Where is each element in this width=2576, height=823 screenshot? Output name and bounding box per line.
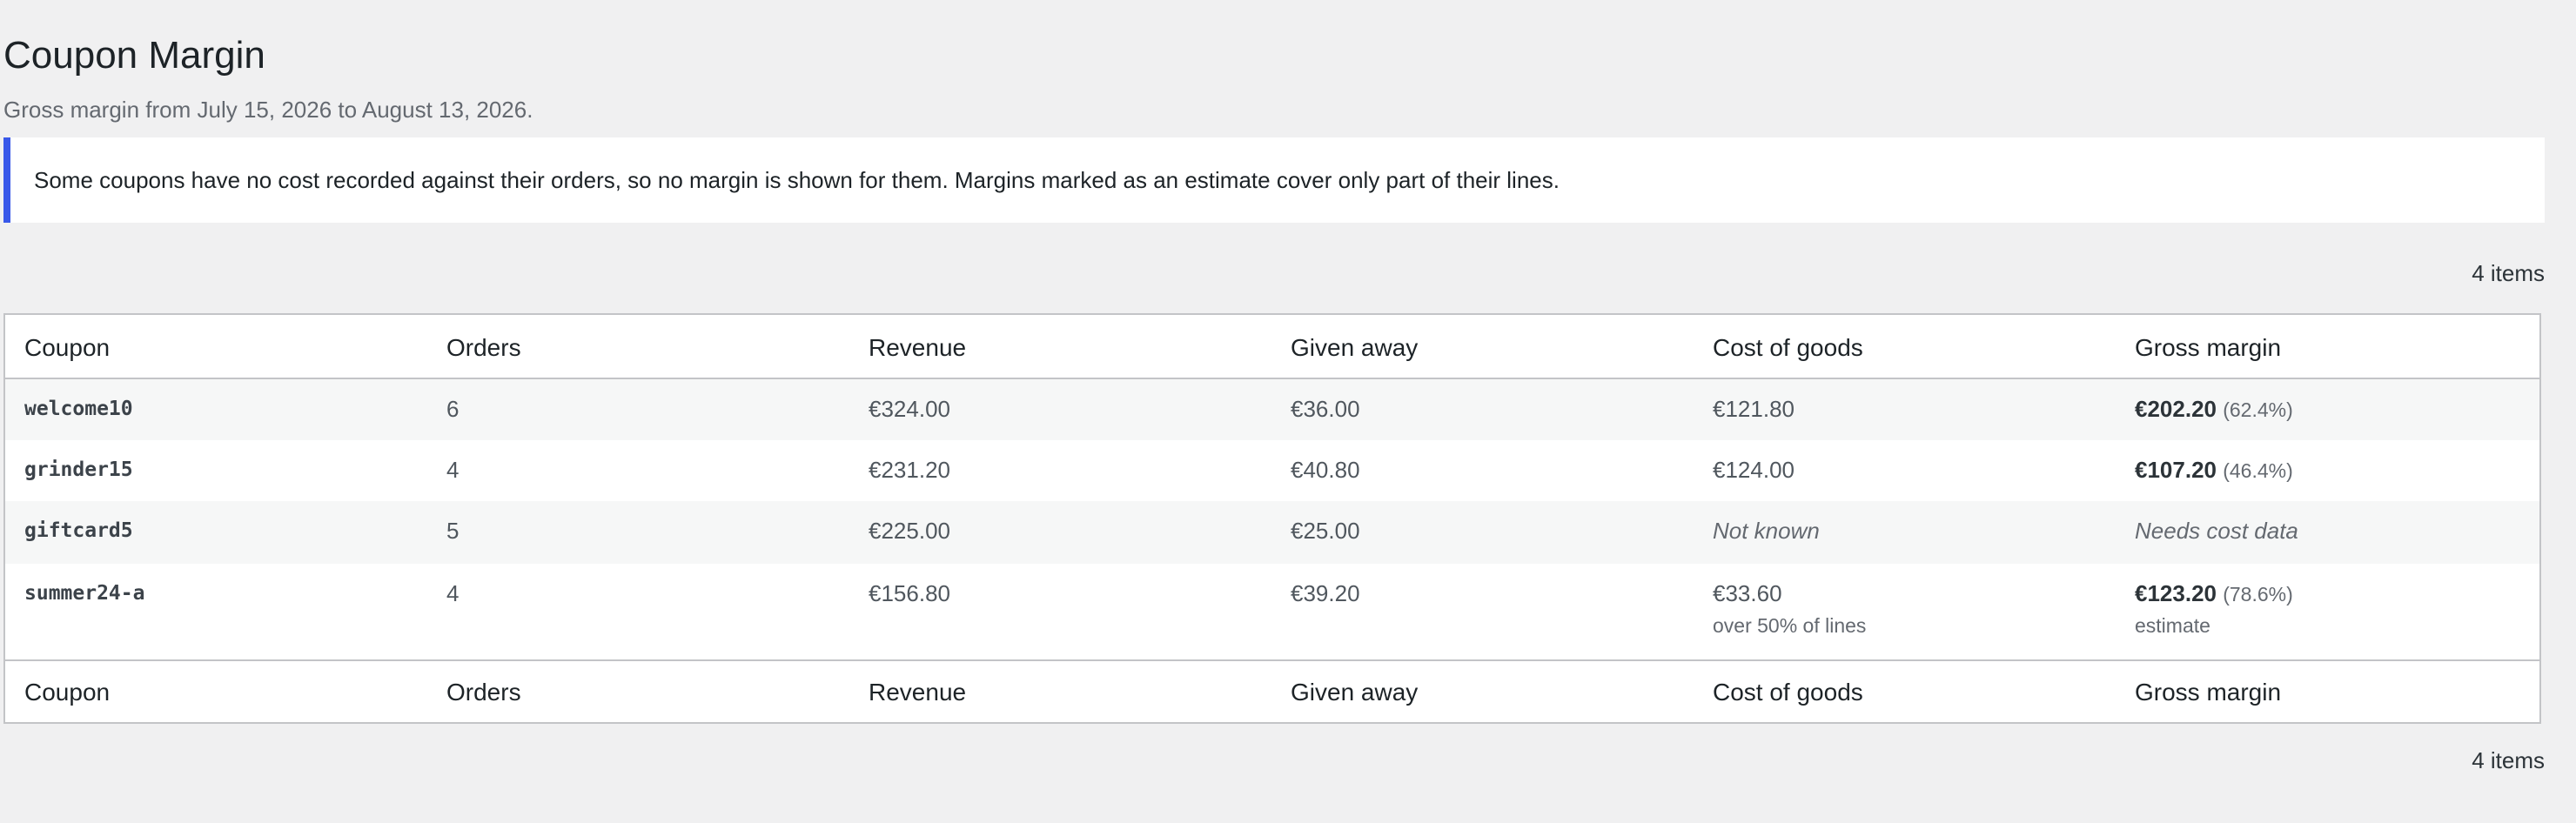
date-range-subtitle: Gross margin from July 15, 2026 to Augus…	[3, 97, 533, 123]
cost-coverage-note: over 50% of lines	[1713, 614, 1867, 637]
column-header-given-away: Given away	[1291, 334, 1419, 361]
orders-cell: 4	[446, 580, 460, 606]
coupon-margin-table: Coupon Orders Revenue Given away Cost of…	[3, 313, 2541, 724]
table-footer-row: Coupon Orders Revenue Given away Cost of…	[5, 659, 2539, 722]
gross-margin-cell: €202.20 (62.4%)	[2135, 393, 2293, 425]
given-away-cell: €39.20	[1291, 580, 1360, 606]
column-footer-given-away: Given away	[1291, 679, 1419, 706]
column-footer-cost-of-goods: Cost of goods	[1713, 679, 1863, 706]
coupon-code: giftcard5	[24, 519, 133, 542]
column-header-revenue: Revenue	[869, 334, 967, 361]
orders-cell: 4	[446, 457, 460, 483]
gross-margin-cell: €123.20 (78.6%)	[2135, 578, 2293, 610]
page-title: Coupon Margin	[3, 34, 265, 77]
table-row: giftcard5 5 €225.00 €25.00 Not known Nee…	[5, 501, 2539, 564]
item-count-bottom: 4 items	[2472, 747, 2545, 773]
gross-margin-value: €107.20	[2135, 457, 2217, 483]
given-away-cell: €36.00	[1291, 396, 1360, 422]
info-notice: Some coupons have no cost recorded again…	[3, 137, 2545, 223]
table-row: welcome10 6 €324.00 €36.00 €121.80 €202.…	[5, 379, 2539, 440]
column-header-orders: Orders	[446, 334, 521, 361]
revenue-cell: €231.20	[869, 457, 950, 483]
cost-unknown-text: Not known	[1713, 518, 1820, 544]
revenue-cell: €324.00	[869, 396, 950, 422]
gross-margin-percent: (46.4%)	[2223, 459, 2293, 482]
gross-margin-percent: (78.6%)	[2223, 583, 2293, 606]
table-header-row: Coupon Orders Revenue Given away Cost of…	[5, 315, 2539, 379]
gross-margin-value: €202.20	[2135, 396, 2217, 422]
given-away-cell: €25.00	[1291, 518, 1360, 544]
revenue-cell: €156.80	[869, 580, 950, 606]
gross-margin-cell: €107.20 (46.4%)	[2135, 454, 2293, 486]
column-header-gross-margin: Gross margin	[2135, 334, 2282, 361]
cost-of-goods-cell: €33.60	[1713, 580, 1782, 606]
gross-margin-percent: (62.4%)	[2223, 398, 2293, 421]
orders-cell: 5	[446, 518, 460, 544]
gross-margin-value: €123.20	[2135, 580, 2217, 606]
revenue-cell: €225.00	[869, 518, 950, 544]
cost-of-goods-cell: €121.80	[1713, 396, 1794, 422]
column-header-coupon: Coupon	[24, 334, 111, 361]
column-footer-orders: Orders	[446, 679, 521, 706]
needs-cost-data-text: Needs cost data	[2135, 518, 2298, 544]
column-header-cost-of-goods: Cost of goods	[1713, 334, 1863, 361]
coupon-code: summer24-a	[24, 582, 145, 605]
column-footer-revenue: Revenue	[869, 679, 967, 706]
table-row: grinder15 4 €231.20 €40.80 €124.00 €107.…	[5, 440, 2539, 501]
estimate-note: estimate	[2135, 614, 2210, 637]
item-count-top: 4 items	[2472, 260, 2545, 286]
cost-of-goods-cell: €124.00	[1713, 457, 1794, 483]
coupon-code: grinder15	[24, 458, 133, 481]
given-away-cell: €40.80	[1291, 457, 1360, 483]
column-footer-gross-margin: Gross margin	[2135, 679, 2282, 706]
notice-text: Some coupons have no cost recorded again…	[34, 167, 1560, 193]
orders-cell: 6	[446, 396, 460, 422]
table-row: summer24-a 4 €156.80 €39.20 €33.60 over …	[5, 564, 2539, 659]
column-footer-coupon: Coupon	[24, 679, 111, 706]
coupon-code: welcome10	[24, 398, 133, 420]
